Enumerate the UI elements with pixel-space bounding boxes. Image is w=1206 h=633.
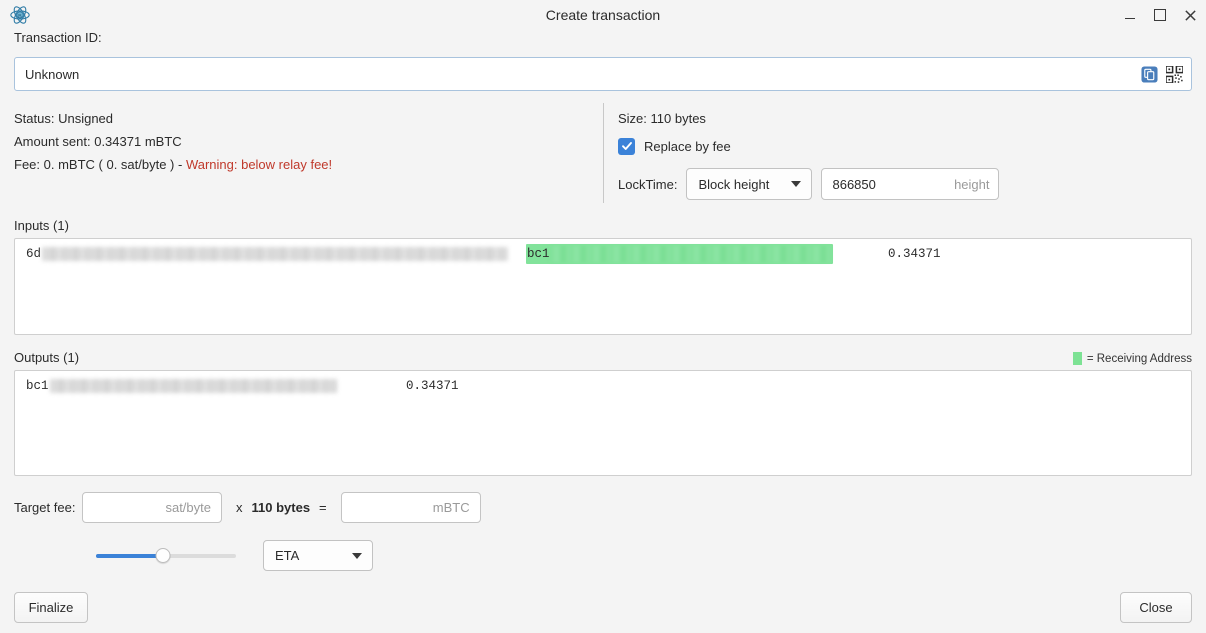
- window-titlebar: B Create transaction: [0, 0, 1206, 30]
- chevron-down-icon: [791, 181, 802, 187]
- locktime-mode-value: Block height: [698, 176, 770, 192]
- input-txid-cell: 6d: [26, 246, 526, 261]
- slider-thumb[interactable]: [155, 548, 171, 563]
- replace-by-fee-row[interactable]: Replace by fee: [618, 134, 1192, 158]
- output-address-redacted: [49, 378, 337, 393]
- input-address-cell: bc1: [526, 243, 833, 264]
- input-address-redacted: [549, 245, 831, 262]
- locktime-mode-select[interactable]: Block height: [686, 168, 813, 200]
- fee-rate-wrap: [82, 492, 222, 523]
- input-amount: 0.34371: [888, 246, 941, 261]
- fee-total-wrap: [340, 492, 481, 523]
- maximize-icon[interactable]: [1152, 7, 1168, 23]
- outputs-title: Outputs (1): [14, 350, 80, 365]
- locktime-row: LockTime: Block height height: [618, 168, 1192, 200]
- fee-size-bytes: 110 bytes: [251, 500, 311, 515]
- fee-total-input[interactable]: [340, 492, 481, 523]
- transaction-id-label: Transaction ID:: [14, 30, 102, 45]
- status-text: Status: Unsigned: [14, 111, 114, 126]
- table-row[interactable]: bc1 0.34371: [15, 373, 1191, 398]
- amount-sent-text: Amount sent: 0.34371 mBTC: [14, 134, 182, 149]
- input-txid-prefix: 6d: [26, 246, 42, 261]
- inputs-list[interactable]: 6d bc1 0.34371: [14, 238, 1192, 335]
- fee-summary-text: Fee: 0. mBTC ( 0. sat/byte ) - Warning: …: [14, 153, 603, 176]
- summary-left: Status: Unsigned Amount sent: 0.34371 mB…: [14, 103, 603, 203]
- close-button[interactable]: Close: [1120, 592, 1192, 623]
- transaction-id-actions: [1140, 57, 1183, 91]
- close-icon[interactable]: [1182, 7, 1198, 23]
- target-fee-row: Target fee: x 110 bytes =: [14, 492, 1192, 523]
- output-address-cell: bc1: [26, 378, 406, 393]
- outputs-list[interactable]: bc1 0.34371: [14, 370, 1192, 476]
- output-amount: 0.34371: [406, 378, 459, 393]
- dialog-footer: Finalize Close: [14, 592, 1192, 623]
- window-controls: [1122, 7, 1198, 23]
- replace-by-fee-label: Replace by fee: [644, 138, 731, 154]
- locktime-value-wrap: height: [821, 168, 1000, 200]
- summary-right: Size: 110 bytes Replace by fee LockTime:…: [604, 103, 1192, 203]
- slider-fill: [96, 553, 164, 558]
- fee-warning-text: Warning: below relay fee!: [185, 157, 333, 172]
- fee-mode-select[interactable]: ETA: [263, 540, 373, 571]
- fee-summary-prefix: Fee: 0. mBTC ( 0. sat/byte ) -: [14, 157, 186, 172]
- qr-code-icon[interactable]: [1165, 65, 1183, 83]
- locktime-height-input[interactable]: [821, 168, 1000, 200]
- table-row[interactable]: 6d bc1 0.34371: [15, 241, 1191, 266]
- receiving-address-legend: = Receiving Address: [1072, 352, 1192, 365]
- fee-slider-row: ETA: [14, 540, 1192, 571]
- transaction-id-input[interactable]: [14, 57, 1192, 91]
- legend-label: = Receiving Address: [1086, 352, 1192, 365]
- summary-panel: Status: Unsigned Amount sent: 0.34371 mB…: [14, 103, 1192, 203]
- window-title: Create transaction: [545, 7, 661, 23]
- locktime-label: LockTime:: [618, 176, 678, 192]
- target-fee-label: Target fee:: [14, 500, 76, 515]
- fee-rate-input[interactable]: [82, 492, 222, 523]
- inputs-title: Inputs (1): [14, 218, 69, 233]
- equals-symbol: =: [319, 500, 327, 515]
- transaction-id-row: [14, 57, 1192, 91]
- fee-rate-slider[interactable]: [96, 546, 236, 566]
- copy-icon[interactable]: [1140, 65, 1158, 83]
- replace-by-fee-checkbox[interactable]: [618, 137, 635, 155]
- input-txid-redacted: [42, 246, 509, 261]
- minimize-icon[interactable]: [1122, 7, 1138, 23]
- chevron-down-icon: [352, 552, 362, 559]
- finalize-button[interactable]: Finalize: [14, 592, 88, 623]
- fee-formula: x 110 bytes =: [236, 500, 327, 515]
- output-address-prefix: bc1: [26, 378, 49, 393]
- fee-mode-value: ETA: [275, 548, 300, 563]
- dialog-content: Transaction ID: Unknown Status: Unsigned…: [0, 30, 1206, 623]
- input-address-prefix: bc1: [527, 246, 550, 261]
- size-text: Size: 110 bytes: [618, 111, 706, 126]
- inputs-header: Inputs (1): [14, 218, 1192, 233]
- outputs-header: Outputs (1) = Receiving Address: [14, 350, 1192, 365]
- legend-swatch-icon: [1072, 352, 1082, 365]
- multiply-symbol: x: [236, 500, 243, 515]
